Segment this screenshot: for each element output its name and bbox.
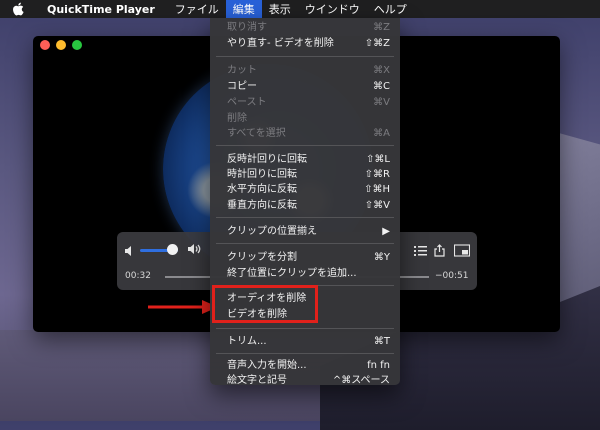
menu-item-flip-vertical[interactable]: 垂直方向に反転 ⇧⌘V <box>210 198 400 213</box>
menu-item-copy[interactable]: コピー ⌘C <box>210 79 400 94</box>
volume-knob[interactable] <box>167 244 179 255</box>
menu-edit[interactable]: 編集 <box>225 0 262 18</box>
time-elapsed: 00:32 <box>125 271 151 281</box>
menu-bar: QuickTime Player ファイル 編集 表示 ウインドウ ヘルプ <box>0 0 600 18</box>
menu-separator <box>216 353 394 354</box>
pip-icon[interactable] <box>453 242 471 257</box>
menu-separator <box>216 56 394 57</box>
menu-item-start-dictation[interactable]: 音声入力を開始... fn fn <box>210 358 400 373</box>
menu-item-split-clip[interactable]: クリップを分割 ⌘Y <box>210 250 400 265</box>
chapters-icon[interactable] <box>414 242 427 256</box>
menu-item-redo[interactable]: やり直す- ビデオを削除 ⇧⌘Z <box>210 36 400 51</box>
menu-item-rotate-right[interactable]: 時計回りに回転 ⇧⌘R <box>210 167 400 182</box>
apple-icon[interactable] <box>12 2 26 16</box>
menu-separator <box>216 243 394 244</box>
menu-item-trim[interactable]: トリム... ⌘T <box>210 334 400 349</box>
menu-item-cut[interactable]: カット ⌘X <box>210 63 400 78</box>
menu-item-select-all[interactable]: すべてを選択 ⌘A <box>210 126 400 141</box>
menu-item-rotate-left[interactable]: 反時計回りに回転 ⇧⌘L <box>210 152 400 167</box>
fullscreen-button[interactable] <box>72 40 82 50</box>
menu-separator <box>216 145 394 146</box>
time-remaining: −00:51 <box>435 271 469 281</box>
minimize-button[interactable] <box>56 40 66 50</box>
menu-item-paste[interactable]: ペースト ⌘V <box>210 95 400 110</box>
menu-separator <box>216 217 394 218</box>
menu-view[interactable]: 表示 <box>262 0 298 18</box>
edit-menu: 取り消す ⌘Z やり直す- ビデオを削除 ⇧⌘Z カット ⌘X コピー ⌘C ペースト ⌘… <box>210 18 400 388</box>
menu-item-align-clips[interactable]: クリップの位置揃え ▶ <box>210 224 400 239</box>
menu-item-delete[interactable]: 削除 <box>210 111 400 126</box>
annotation-highlight-box <box>212 285 318 323</box>
menu-app-name[interactable]: QuickTime Player <box>40 0 162 18</box>
volume-high-icon[interactable] <box>187 241 203 255</box>
volume-low-icon[interactable] <box>124 242 136 256</box>
annotation-arrow-icon <box>148 300 218 314</box>
menu-item-flip-horizontal[interactable]: 水平方向に反転 ⇧⌘H <box>210 182 400 197</box>
menu-help[interactable]: ヘルプ <box>367 0 414 18</box>
menu-separator <box>216 328 394 329</box>
share-icon[interactable] <box>433 242 446 257</box>
menu-item-undo[interactable]: 取り消す ⌘Z <box>210 20 400 35</box>
close-button[interactable] <box>40 40 50 50</box>
menu-item-add-clip-to-end[interactable]: 終了位置にクリップを追加... <box>210 266 400 281</box>
menu-item-emoji-symbols[interactable]: 絵文字と記号 ^⌘スペース <box>210 373 400 388</box>
menu-window[interactable]: ウインドウ <box>298 0 367 18</box>
menu-file[interactable]: ファイル <box>168 0 226 18</box>
